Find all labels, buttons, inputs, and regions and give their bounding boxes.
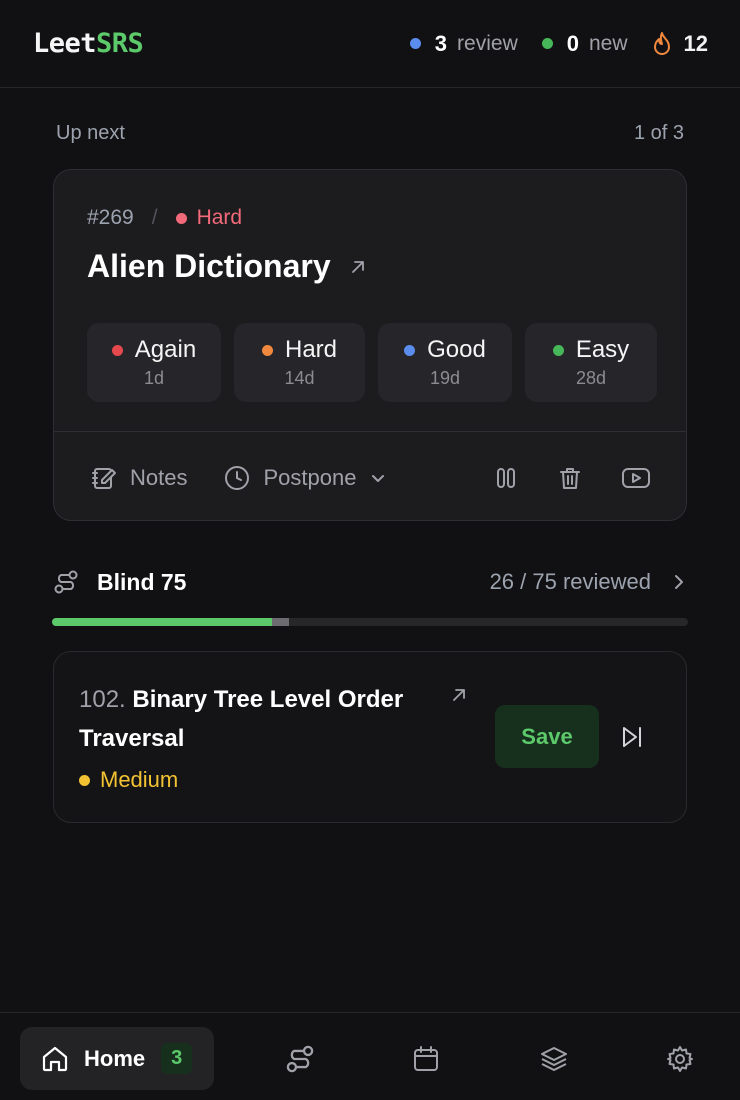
rate-good-button[interactable]: Good 19d [378, 323, 512, 402]
again-interval: 1d [143, 368, 165, 388]
rate-easy-button[interactable]: Easy 28d [525, 323, 657, 402]
review-card: #269 / Hard Alien Dictionary Again 1d Ha… [53, 169, 687, 521]
card-toolbar: Notes Postpone [90, 460, 652, 496]
nav-layers[interactable] [539, 1044, 569, 1074]
easy-dot [552, 344, 564, 356]
clock-icon [223, 464, 251, 492]
hard-dot [261, 344, 273, 356]
good-label: Good [427, 336, 486, 363]
video-icon[interactable] [620, 464, 652, 492]
external-link-icon[interactable] [349, 258, 367, 276]
card-divider [54, 431, 686, 432]
again-dot [111, 344, 123, 356]
review-label: review [457, 31, 518, 55]
header-stats: 3 review 0 new 12 [409, 30, 708, 57]
postpone-dropdown[interactable]: Postpone [223, 464, 386, 492]
next-problem-number: 102. [79, 686, 126, 713]
next-problem-title-link[interactable]: 102. Binary Tree Level Order Traversal [79, 680, 449, 758]
external-link-icon[interactable] [451, 687, 467, 703]
streak-counter: 12 [652, 31, 708, 57]
review-count: 3 [434, 30, 448, 56]
easy-interval: 28d [575, 368, 607, 388]
good-interval: 19d [429, 368, 461, 388]
app-logo[interactable]: LeetSRS [33, 28, 144, 59]
problem-title: Alien Dictionary [87, 248, 331, 284]
new-dot [541, 38, 553, 49]
list-name: Blind 75 [97, 568, 187, 595]
app-header: LeetSRS 3 review 0 new 12 [0, 0, 740, 88]
list-header[interactable]: Blind 75 26 / 75 reviewed [53, 564, 687, 600]
streak-count: 12 [683, 30, 708, 56]
notes-button[interactable]: Notes [90, 464, 187, 492]
card-action-icons [492, 464, 652, 492]
up-next-label: Up next [56, 122, 125, 144]
review-stat: 3 review [409, 30, 518, 57]
difficulty-label: Hard [196, 206, 243, 229]
up-next-header: Up next 1 of 3 [56, 122, 684, 145]
gear-icon [667, 1046, 693, 1072]
flame-icon [652, 31, 672, 57]
rating-buttons: Again 1d Hard 14d Good 19d Easy 28d [87, 323, 657, 402]
chevron-down-icon [370, 470, 386, 486]
meta-separator: / [151, 206, 158, 229]
home-label: Home [84, 1045, 146, 1071]
good-dot [404, 344, 416, 356]
chevron-right-icon[interactable] [671, 572, 687, 592]
problem-id: #269 [87, 206, 134, 229]
route-icon [286, 1045, 314, 1073]
notes-icon [90, 464, 118, 492]
calendar-icon [414, 1046, 438, 1071]
difficulty-dot [175, 212, 187, 224]
easy-label: Easy [575, 336, 630, 363]
hard-interval: 14d [284, 368, 315, 388]
logo-leet: Leet [33, 28, 97, 59]
notes-label: Notes [130, 465, 188, 490]
medium-dot [79, 774, 90, 786]
rate-again-button[interactable]: Again 1d [87, 323, 221, 402]
list-progress-text: 26 / 75 reviewed [489, 569, 651, 594]
progress-pending [272, 618, 290, 626]
list-progress-bar [52, 618, 688, 626]
next-problem-card: 102. Binary Tree Level Order Traversal M… [53, 651, 687, 823]
new-label: new [588, 31, 628, 55]
hard-label: Hard [284, 336, 338, 363]
home-icon [40, 1044, 70, 1074]
save-button[interactable]: Save [495, 705, 599, 768]
problem-meta: #269 / Hard [87, 206, 242, 230]
logo-srs: SRS [96, 28, 144, 59]
review-dot [409, 38, 421, 49]
difficulty-label: Medium [100, 767, 179, 792]
next-problem-title: Binary Tree Level Order Traversal [79, 686, 404, 752]
new-stat: 0 new [541, 30, 628, 57]
rate-hard-button[interactable]: Hard 14d [234, 323, 365, 402]
trash-icon[interactable] [556, 464, 584, 492]
nav-home[interactable]: Home 3 [20, 1027, 214, 1090]
home-badge: 3 [161, 1043, 193, 1074]
postpone-label: Postpone [263, 465, 357, 490]
skip-forward-icon[interactable] [619, 724, 645, 750]
nav-calendar[interactable] [411, 1044, 441, 1074]
queue-position: 1 of 3 [633, 122, 684, 144]
nav-settings[interactable] [665, 1044, 695, 1074]
bottom-nav: Home 3 [0, 1012, 740, 1100]
nav-lists[interactable] [285, 1044, 315, 1074]
new-count: 0 [566, 30, 579, 56]
progress-reviewed [52, 618, 273, 626]
next-problem-difficulty: Medium [79, 767, 178, 793]
again-label: Again [134, 336, 197, 363]
problem-title-link[interactable]: Alien Dictionary [87, 248, 367, 285]
layers-icon [541, 1047, 567, 1071]
route-icon [53, 569, 79, 595]
pause-icon[interactable] [492, 464, 520, 492]
